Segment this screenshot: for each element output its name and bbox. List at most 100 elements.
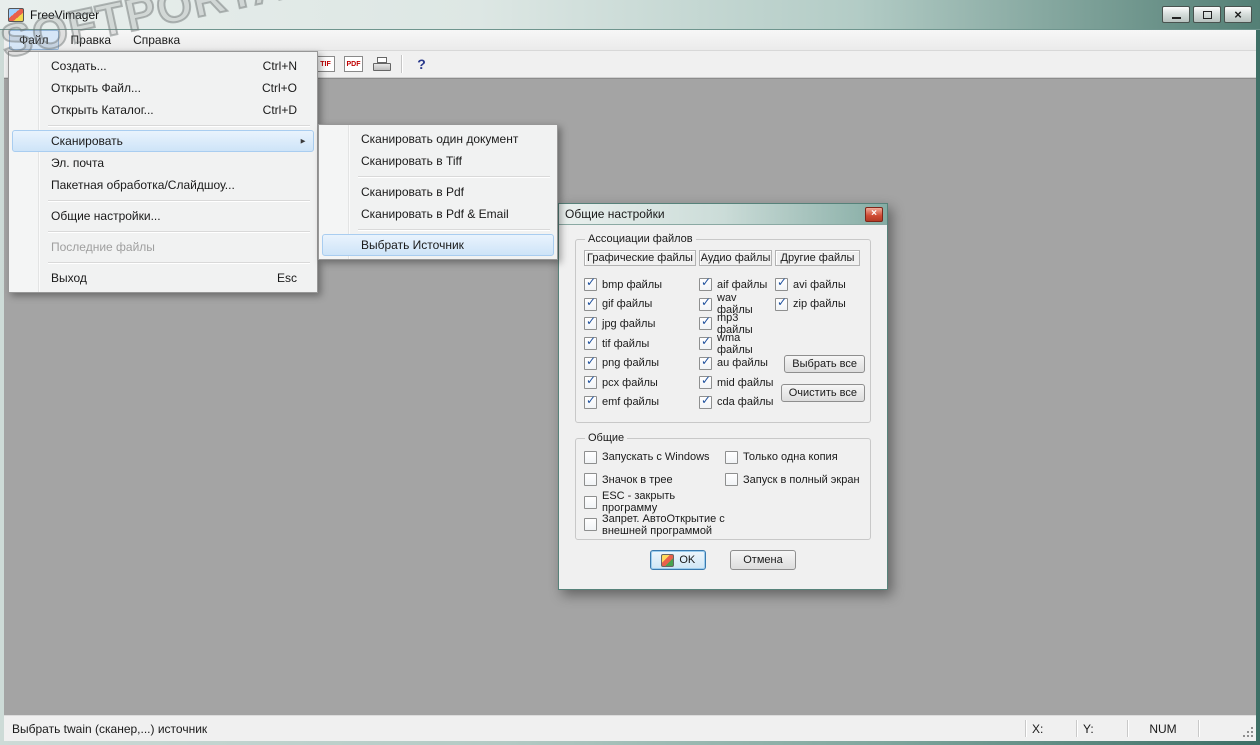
checkbox[interactable]: ✓ (699, 373, 712, 390)
menu-edit[interactable]: Правка (61, 30, 122, 50)
ok-button[interactable]: OK (650, 550, 707, 570)
maximize-button[interactable] (1193, 6, 1221, 23)
menu-file[interactable]: Файл (9, 30, 59, 50)
menu-item[interactable]: Сканировать ► (12, 130, 314, 152)
menu-item[interactable]: Сканировать в Tiff (322, 150, 554, 172)
menu-item[interactable]: Открыть Каталог... Ctrl+D (12, 99, 314, 121)
statusbar: Выбрать twain (сканер,...) источник X: Y… (4, 715, 1256, 741)
app-window: FreeVimager × Файл Правка Справка TIF PD… (0, 0, 1260, 745)
scan-submenu: Сканировать один документ Сканировать в T… (318, 124, 558, 260)
checkbox-row[interactable]: Запуск в полный экран (725, 470, 860, 490)
cancel-button[interactable]: Отмена (730, 550, 796, 570)
checkbox[interactable]: ✓ (699, 392, 712, 409)
checkbox[interactable] (584, 495, 597, 509)
save-pdf-button[interactable]: PDF (341, 53, 366, 76)
checkbox[interactable]: ✓ (584, 314, 597, 331)
checkbox-row[interactable]: ✓ au файлы (699, 353, 775, 373)
minimize-icon (1171, 16, 1181, 19)
checkbox-row[interactable]: ✓ tif файлы (584, 334, 699, 354)
checkbox-row[interactable]: ✓ png файлы (584, 353, 699, 373)
menu-item[interactable]: Сканировать один документ (322, 128, 554, 150)
checkbox[interactable] (725, 450, 738, 464)
status-message: Выбрать twain (сканер,...) источник (12, 721, 208, 736)
menu-item[interactable]: Пакетная обработка/Слайдшоу... (12, 174, 314, 196)
check-icon: ✓ (586, 373, 597, 388)
check-icon: ✓ (701, 353, 712, 368)
check-icon: ✓ (701, 275, 712, 290)
menu-item-label: Пакетная обработка/Слайдшоу... (51, 178, 235, 192)
checkbox-label: Только одна копия (743, 451, 838, 464)
file-associations-group: Ассоциации файлов Графические файлы ✓ bmp … (575, 233, 871, 423)
checkbox-row[interactable]: ✓ avi файлы (775, 275, 863, 295)
menu-item[interactable]: Открыть Файл... Ctrl+O (12, 77, 314, 99)
checkbox[interactable] (725, 473, 738, 487)
menu-item[interactable]: Общие настройки... (12, 205, 314, 227)
checkbox-row[interactable]: ✓ gif файлы (584, 295, 699, 315)
menu-item[interactable]: Выход Esc (12, 267, 314, 289)
general-title: Общие (588, 432, 625, 444)
checkbox[interactable]: ✓ (584, 393, 597, 409)
menu-separator (358, 172, 552, 181)
dialog-buttons: OK Отмена (575, 550, 871, 570)
checkbox[interactable]: ✓ (775, 294, 788, 311)
menu-item-label: Открыть Каталог... (51, 103, 154, 117)
resize-grip[interactable] (1241, 716, 1256, 741)
checkbox[interactable]: ✓ (699, 295, 712, 311)
dialog-close-button[interactable]: × (865, 206, 883, 222)
dialog-titlebar: Общие настройки × (559, 204, 887, 225)
select-all-button[interactable]: Выбрать все (784, 355, 865, 373)
checkbox-row[interactable]: ✓ cda файлы (699, 393, 775, 413)
checkbox[interactable]: ✓ (584, 275, 597, 292)
checkbox[interactable]: ✓ (584, 354, 597, 370)
checkbox[interactable]: ✓ (584, 334, 597, 351)
checkbox-row[interactable]: ✓ emf файлы (584, 393, 699, 413)
checkbox[interactable] (584, 518, 597, 532)
menu-help[interactable]: Справка (123, 30, 190, 50)
maximize-icon (1202, 10, 1212, 19)
menu-item[interactable]: Создать... Ctrl+N (12, 55, 314, 77)
minimize-button[interactable] (1162, 6, 1190, 23)
checkbox-row[interactable]: ✓ wma файлы (699, 332, 775, 356)
check-icon: ✓ (701, 334, 712, 349)
tif-file-icon: TIF (316, 56, 335, 72)
menu-item[interactable]: Эл. почта (12, 152, 314, 174)
checkbox[interactable]: ✓ (699, 275, 712, 292)
checkbox[interactable] (584, 473, 597, 487)
checkbox-row[interactable]: ✓ zip файлы (775, 295, 863, 315)
status-num-panel: NUM (1128, 716, 1198, 741)
column-header: Аудио файлы (699, 250, 772, 266)
checkbox-row[interactable]: ✓ mid файлы (699, 373, 775, 393)
menu-item[interactable]: Выбрать Источник (322, 234, 554, 256)
pdf-file-icon: PDF (344, 56, 363, 72)
checkbox-row[interactable]: ✓ pcx файлы (584, 373, 699, 393)
checkbox-row[interactable]: Только одна копия (725, 447, 838, 467)
checkbox-row[interactable]: Запрет. АвтоОткрытие с внешней программо… (584, 513, 725, 537)
checkbox[interactable] (584, 450, 597, 464)
menu-item[interactable]: Сканировать в Pdf (322, 181, 554, 203)
dialog-body: Ассоциации файлов Графические файлы ✓ bmp … (559, 225, 887, 589)
checkbox[interactable]: ✓ (699, 314, 712, 331)
checkbox-row[interactable]: Значок в трее (584, 470, 725, 490)
checkbox[interactable]: ✓ (775, 275, 788, 292)
checkbox-row[interactable]: ✓ bmp файлы (584, 275, 699, 295)
checkbox-row[interactable]: Запускать с Windows (584, 447, 725, 467)
checkbox-label: Значок в трее (602, 473, 673, 486)
checkbox-row[interactable]: ESC - закрыть программу (584, 490, 725, 514)
status-y-panel: Y: (1077, 716, 1127, 741)
checkbox-row[interactable]: ✓ jpg файлы (584, 314, 699, 334)
checkbox[interactable]: ✓ (699, 353, 712, 370)
menu-item-label: Сканировать (51, 134, 123, 148)
checkbox[interactable]: ✓ (584, 295, 597, 311)
clear-all-button[interactable]: Очистить все (780, 384, 865, 402)
general-options-row: Запрет. АвтоОткрытие с внешней программо… (584, 513, 864, 537)
checkbox[interactable]: ✓ (584, 373, 597, 390)
close-button[interactable]: × (1224, 6, 1252, 23)
menu-item[interactable]: Сканировать в Pdf & Email (322, 203, 554, 225)
check-icon: ✓ (777, 294, 788, 309)
checkbox[interactable]: ✓ (699, 334, 712, 351)
menu-item-label: Сканировать в Tiff (361, 154, 462, 168)
print-button[interactable] (369, 53, 394, 76)
help-button[interactable]: ? (409, 53, 434, 76)
check-icon: ✓ (701, 392, 712, 407)
num-lock-indicator: NUM (1149, 721, 1177, 736)
